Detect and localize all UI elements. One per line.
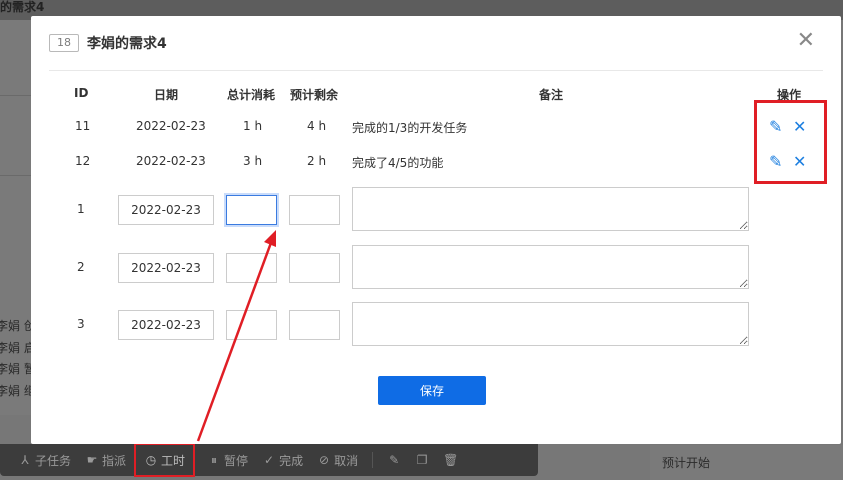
action-toolbar: ⅄ 子任务 ☛ 指派 ◷ 工时 ⏸ 暂停 ✓ 完成 ⊘ 取消 ✎ ❐ 🗑 [0, 443, 538, 477]
column-header-consumed: 总计消耗 [227, 88, 276, 102]
record-consumed: 3 h [243, 154, 263, 168]
column-header-id: ID [74, 86, 89, 100]
hours-button[interactable]: ◷ 工时 [134, 443, 196, 477]
column-header-date: 日期 [154, 88, 179, 102]
note-textarea[interactable] [352, 187, 749, 231]
background-divider [0, 175, 32, 176]
background-title: 的需求4 [0, 0, 45, 14]
subtask-label: 子任务 [35, 453, 72, 468]
record-consumed: 1 h [243, 119, 263, 133]
remaining-input[interactable] [289, 195, 340, 225]
clock-icon: ◷ [145, 453, 157, 467]
id-badge: 18 [49, 34, 79, 52]
cancel-button[interactable]: ⊘ 取消 [317, 444, 358, 476]
record-id: 12 [75, 154, 91, 168]
assign-button[interactable]: ☛ 指派 [85, 444, 126, 476]
sitemap-icon: ⅄ [21, 453, 29, 467]
consumed-input[interactable] [226, 310, 277, 340]
record-remaining: 4 h [307, 119, 327, 133]
record-remaining: 2 h [307, 154, 327, 168]
close-icon[interactable]: ✕ [797, 30, 815, 52]
ban-icon: ⊘ [319, 453, 330, 467]
header-divider [49, 70, 823, 71]
note-textarea[interactable] [352, 302, 749, 346]
background-left-panel [0, 20, 32, 270]
cancel-label: 取消 [334, 453, 359, 468]
record-id: 11 [75, 119, 91, 133]
date-input[interactable] [118, 195, 214, 225]
copy-button[interactable]: ❐ [415, 444, 429, 476]
save-button[interactable]: 保存 [378, 376, 486, 405]
pause-button[interactable]: ⏸ 暂停 [207, 444, 248, 476]
planned-start-label: 预计开始 [662, 456, 711, 470]
background-divider [0, 95, 32, 96]
edit-button[interactable]: ✎ [387, 444, 401, 476]
check-circle-icon: ✓ [264, 453, 275, 467]
effort-modal: 18 李娟的需求4 ✕ ID 日期 总计消耗 预计剩余 备注 操作 11 202… [31, 16, 841, 444]
hand-icon: ☛ [86, 453, 98, 467]
record-note: 完成的1/3的开发任务 [352, 121, 468, 135]
modal-header: 18 李娟的需求4 [49, 33, 167, 53]
finish-label: 完成 [279, 453, 304, 468]
delete-button[interactable]: 🗑 [443, 444, 459, 476]
new-row-index: 2 [77, 260, 85, 274]
new-row-index: 1 [77, 202, 85, 216]
hours-label: 工时 [161, 453, 186, 468]
pause-label: 暂停 [224, 453, 249, 468]
record-date: 2022-02-23 [136, 119, 206, 133]
finish-button[interactable]: ✓ 完成 [262, 444, 303, 476]
pause-icon: ⏸ [211, 453, 218, 467]
record-date: 2022-02-23 [136, 154, 206, 168]
modal-title: 李娟的需求4 [87, 36, 167, 52]
toolbar-divider [372, 452, 374, 468]
trash-icon: 🗑 [443, 453, 459, 467]
new-row-index: 3 [77, 317, 85, 331]
column-header-note: 备注 [539, 88, 564, 102]
date-input[interactable] [118, 253, 214, 283]
note-textarea[interactable] [352, 245, 749, 289]
assign-label: 指派 [102, 453, 127, 468]
actions-highlight-box [754, 100, 827, 184]
remaining-input[interactable] [289, 310, 340, 340]
consumed-input[interactable] [226, 195, 277, 225]
edit-icon: ✎ [389, 453, 400, 467]
copy-icon: ❐ [416, 453, 428, 467]
column-header-remaining: 预计剩余 [290, 88, 339, 102]
date-input[interactable] [118, 310, 214, 340]
record-note: 完成了4/5的功能 [352, 156, 444, 170]
remaining-input[interactable] [289, 253, 340, 283]
consumed-input[interactable] [226, 253, 277, 283]
subtask-button[interactable]: ⅄ 子任务 [18, 444, 71, 476]
